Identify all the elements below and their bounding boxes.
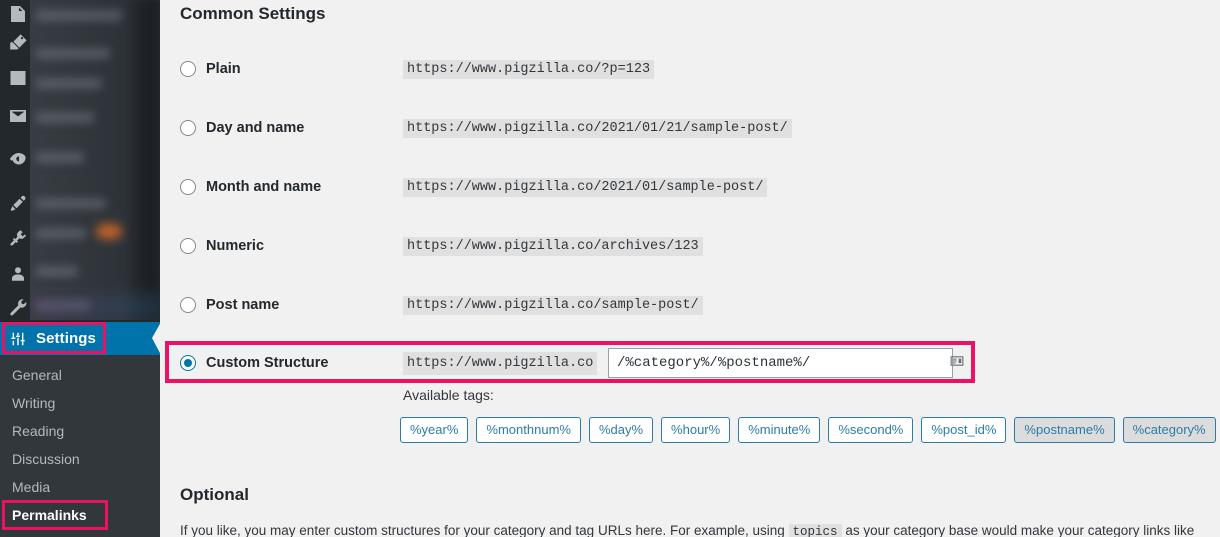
optional-description-after: as your category base would make your ca… <box>845 523 1195 537</box>
custom-structure-input[interactable]: /%category%/%postname%/ <box>608 348 953 378</box>
radio-month-and-name[interactable] <box>180 179 196 195</box>
tag-button-postname[interactable]: %postname% <box>1014 417 1115 443</box>
tag-button-year[interactable]: %year% <box>400 417 469 443</box>
tag-button-post-id[interactable]: %post_id% <box>921 417 1007 443</box>
sidebar-item-discussion[interactable]: Discussion <box>0 445 160 473</box>
permalink-option-custom-structure[interactable]: Custom Structure https://www.pigzilla.co… <box>172 346 972 380</box>
permalink-option-numeric-url: https://www.pigzilla.co/archives/123 <box>403 236 703 256</box>
permalink-option-post-name-url: https://www.pigzilla.co/sample-post/ <box>403 295 703 315</box>
tag-button-category[interactable]: %category% <box>1122 417 1216 443</box>
permalink-option-post-name[interactable]: Post name https://www.pigzilla.co/sample… <box>180 294 1200 316</box>
seo-icon[interactable] <box>6 147 30 171</box>
permalink-option-day-and-name[interactable]: Day and name https://www.pigzilla.co/202… <box>180 117 1200 139</box>
permalink-option-month-and-name-url: https://www.pigzilla.co/2021/01/sample-p… <box>403 177 768 197</box>
common-settings-heading: Common Settings <box>180 4 326 23</box>
radio-post-name[interactable] <box>180 297 196 313</box>
sidebar-item-general[interactable]: General <box>0 361 160 389</box>
tag-button-hour[interactable]: %hour% <box>661 417 731 443</box>
sidebar-item-writing[interactable]: Writing <box>0 389 160 417</box>
appearance-icon[interactable] <box>6 192 30 216</box>
tools-icon[interactable] <box>6 295 30 319</box>
users-icon[interactable] <box>6 262 30 286</box>
sidebar-icon-rail <box>0 0 36 320</box>
permalink-option-day-and-name-url: https://www.pigzilla.co/2021/01/21/sampl… <box>403 118 792 138</box>
optional-description-before: If you like, you may enter custom struct… <box>180 523 785 537</box>
permalink-option-day-and-name-label: Day and name <box>206 120 305 136</box>
admin-sidebar: Settings General Writing Reading Discuss… <box>0 0 160 537</box>
tag-button-day[interactable]: %day% <box>588 417 654 443</box>
settings-submenu: General Writing Reading Discussion Media… <box>0 355 160 537</box>
wordpress-permalinks-screen: Settings General Writing Reading Discuss… <box>0 0 1220 537</box>
permalink-option-numeric-label: Numeric <box>206 238 265 254</box>
radio-plain[interactable] <box>180 61 196 77</box>
tag-button-second[interactable]: %second% <box>828 417 914 443</box>
radio-numeric[interactable] <box>180 238 196 254</box>
permalink-option-custom-structure-label: Custom Structure <box>206 355 329 371</box>
tag-button-minute[interactable]: %minute% <box>738 417 821 443</box>
contact-card-icon[interactable] <box>949 353 965 369</box>
sidebar-item-settings[interactable]: Settings <box>0 322 160 355</box>
permalink-option-plain[interactable]: Plain https://www.pigzilla.co/?p=123 <box>180 58 1200 80</box>
permalink-option-month-and-name[interactable]: Month and name https://www.pigzilla.co/2… <box>180 176 1200 198</box>
permalink-option-plain-url: https://www.pigzilla.co/?p=123 <box>403 59 655 79</box>
optional-heading: Optional <box>180 485 249 504</box>
available-tags-label: Available tags: <box>403 387 494 403</box>
available-tags-list: %year% %monthnum% %day% %hour% %minute% … <box>400 417 1216 443</box>
radio-custom-structure[interactable] <box>180 355 196 371</box>
radio-day-and-name[interactable] <box>180 120 196 136</box>
sidebar-item-permalinks[interactable]: Permalinks <box>0 501 160 529</box>
permalink-option-post-name-label: Post name <box>206 297 280 313</box>
media-icon[interactable] <box>6 31 30 55</box>
custom-structure-prefix: https://www.pigzilla.co <box>403 351 598 375</box>
update-count-badge <box>96 224 122 239</box>
plugins-icon[interactable] <box>6 227 30 251</box>
blurred-menu-labels <box>30 0 160 320</box>
active-menu-arrow <box>152 322 160 355</box>
sidebar-item-settings-label: Settings <box>36 330 96 347</box>
permalink-option-plain-label: Plain <box>206 61 241 77</box>
pages-icon[interactable] <box>6 66 30 90</box>
optional-description-code: topics <box>788 524 842 537</box>
permalink-option-month-and-name-label: Month and name <box>206 179 322 195</box>
sidebar-item-reading[interactable]: Reading <box>0 417 160 445</box>
tag-button-monthnum[interactable]: %monthnum% <box>476 417 581 443</box>
settings-sliders-icon <box>0 330 36 348</box>
sidebar-item-media[interactable]: Media <box>0 473 160 501</box>
mail-icon[interactable] <box>6 104 30 128</box>
optional-description: If you like, you may enter custom struct… <box>180 522 1194 537</box>
permalinks-settings-panel: Common Settings Plain https://www.pigzil… <box>160 0 1220 537</box>
posts-icon[interactable] <box>6 2 30 26</box>
permalink-option-numeric[interactable]: Numeric https://www.pigzilla.co/archives… <box>180 235 1200 257</box>
